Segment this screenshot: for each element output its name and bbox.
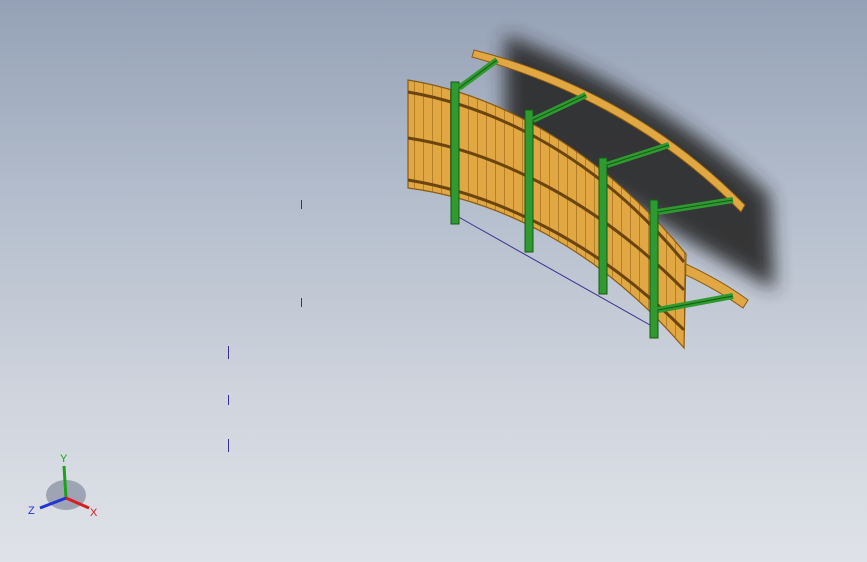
axis-triad[interactable]: Y X Z bbox=[26, 448, 106, 520]
axis-z-label: Z bbox=[28, 505, 35, 517]
axis-y-label: Y bbox=[60, 453, 68, 465]
axis-x-label: X bbox=[90, 507, 98, 519]
model-3d-view[interactable] bbox=[0, 0, 867, 562]
axis-y-icon bbox=[62, 465, 68, 499]
graphics-viewport[interactable]: Y X Z bbox=[0, 0, 867, 562]
